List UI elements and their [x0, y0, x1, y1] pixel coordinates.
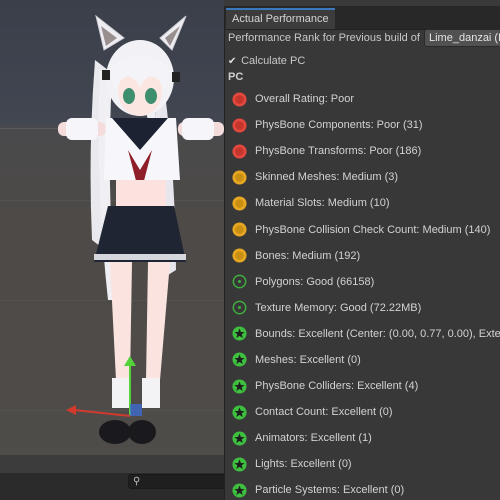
metric-label: PhysBone Colliders: Excellent (4)	[255, 380, 419, 393]
metric-row: Lights: Excellent (0)	[225, 451, 500, 477]
metric-label: Overall Rating: Poor	[255, 93, 355, 106]
metric-row: PhysBone Transforms: Poor (186)	[225, 138, 500, 164]
poor-rating-icon	[232, 144, 247, 159]
medium-rating-icon	[232, 196, 247, 211]
metric-row: Bones: Medium (192)	[225, 243, 500, 269]
excellent-star-icon	[232, 352, 247, 368]
metric-row: PhysBone Colliders: Excellent (4)	[225, 373, 500, 399]
excellent-star-icon	[232, 379, 247, 394]
metric-row: Polygons: Good (66158)	[225, 269, 500, 295]
metric-row: Material Slots: Medium (10)	[225, 190, 500, 216]
medium-rating-icon	[232, 248, 247, 263]
calculate-pc-toggle[interactable]: ✔ Calculate PC	[228, 54, 305, 69]
good-rating-icon	[232, 300, 247, 315]
metric-label: Bounds: Excellent (Center: (0.00, 0.77, …	[255, 327, 500, 340]
scene-view[interactable]: ⚲	[0, 0, 224, 500]
metric-label: Meshes: Excellent (0)	[255, 353, 361, 366]
metric-row: Animators: Excellent (1)	[225, 425, 500, 451]
section-title: PC	[228, 71, 244, 83]
metric-label: Particle Systems: Excellent (0)	[255, 484, 405, 497]
excellent-star-icon	[232, 326, 247, 341]
metric-label: Animators: Excellent (1)	[255, 432, 372, 445]
bottom-toolbar-strip	[0, 455, 224, 474]
metric-label: PhysBone Components: Poor (31)	[255, 119, 423, 132]
metric-label: Skinned Meshes: Medium (3)	[255, 171, 399, 184]
avatar-model[interactable]	[0, 0, 224, 455]
metric-row: Overall Rating: Poor	[225, 86, 500, 112]
build-select[interactable]: Lime_danzai (Li	[424, 29, 500, 47]
metric-label: PhysBone Collision Check Count: Medium (…	[255, 223, 491, 236]
medium-rating-icon	[232, 170, 247, 185]
metric-label: Texture Memory: Good (72.22MB)	[255, 301, 422, 314]
excellent-star-icon	[232, 457, 247, 472]
metric-row: PhysBone Components: Poor (31)	[225, 112, 500, 138]
rank-label: Performance Rank for Previous build of	[228, 32, 420, 44]
metric-label: PhysBone Transforms: Poor (186)	[255, 145, 422, 158]
metric-row: Particle Systems: Excellent (0)	[225, 477, 500, 500]
metric-row: Texture Memory: Good (72.22MB)	[225, 295, 500, 321]
calculate-pc-label: Calculate PC	[241, 55, 306, 67]
poor-rating-icon	[232, 92, 247, 107]
performance-panel: Actual Performance Performance Rank for …	[224, 6, 500, 500]
excellent-star-icon	[232, 483, 247, 498]
metric-label: Polygons: Good (66158)	[255, 275, 375, 288]
metric-row: Bounds: Excellent (Center: (0.00, 0.77, …	[225, 321, 500, 347]
metric-row: PhysBone Collision Check Count: Medium (…	[225, 216, 500, 242]
tab-actual-performance[interactable]: Actual Performance	[226, 8, 335, 29]
metric-label: Contact Count: Excellent (0)	[255, 406, 393, 419]
search-input[interactable]: ⚲	[128, 474, 224, 489]
metrics-list: Overall Rating: Poor PhysBone Components:…	[225, 86, 500, 500]
metric-row: Skinned Meshes: Medium (3)	[225, 164, 500, 190]
medium-rating-icon	[232, 222, 247, 237]
metric-label: Bones: Medium (192)	[255, 249, 361, 262]
metric-label: Lights: Excellent (0)	[255, 458, 352, 471]
metric-label: Material Slots: Medium (10)	[255, 197, 390, 210]
good-rating-icon	[232, 274, 247, 289]
poor-rating-icon	[232, 118, 247, 133]
excellent-star-icon	[232, 405, 247, 420]
metric-row: Contact Count: Excellent (0)	[225, 399, 500, 425]
search-icon: ⚲	[133, 476, 141, 487]
checkmark-icon[interactable]: ✔	[228, 55, 238, 69]
metric-row: Meshes: Excellent (0)	[225, 347, 500, 373]
excellent-star-icon	[232, 431, 247, 446]
